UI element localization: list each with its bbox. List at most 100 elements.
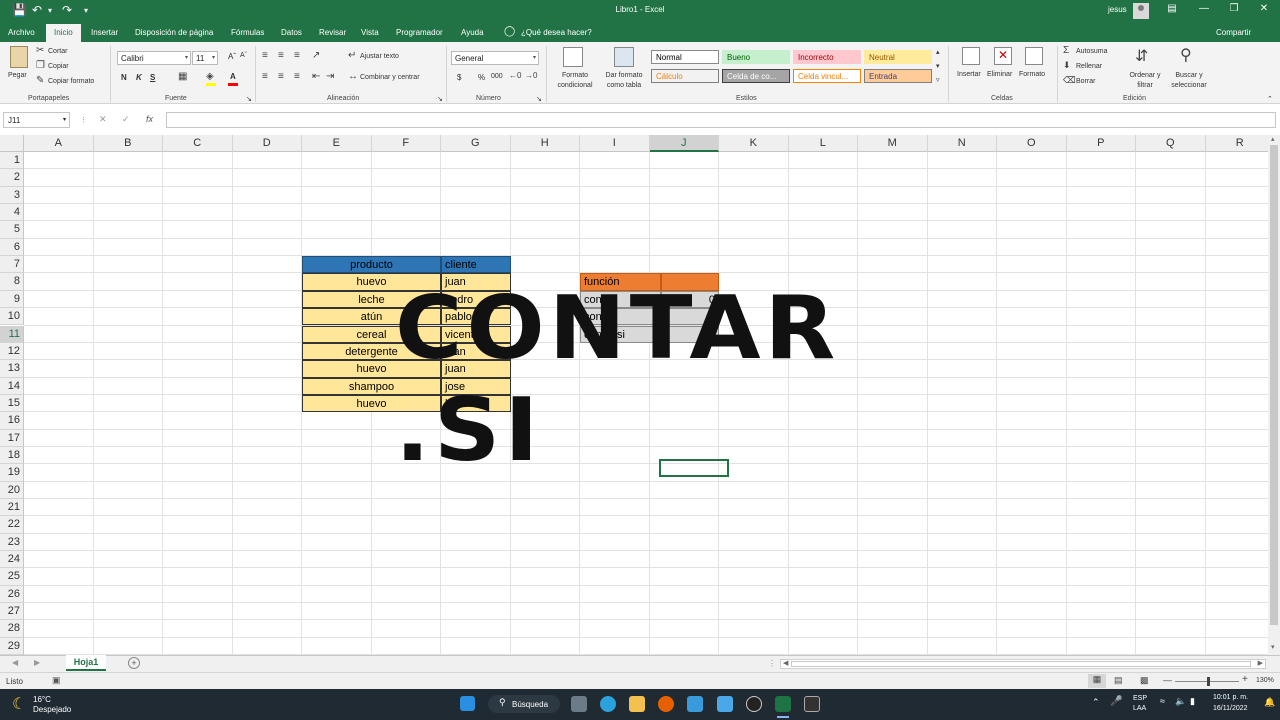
- function-header-cell[interactable]: función: [580, 273, 661, 291]
- row-header-24[interactable]: 24: [0, 551, 24, 569]
- tray-overflow-icon[interactable]: ⌃: [1092, 697, 1100, 708]
- zoom-level[interactable]: 130%: [1256, 677, 1274, 684]
- column-header-c[interactable]: C: [163, 135, 233, 152]
- paste-button[interactable]: Pegar: [8, 72, 27, 79]
- row-header-28[interactable]: 28: [0, 620, 24, 638]
- row-header-5[interactable]: 5: [0, 221, 24, 239]
- format-as-table-icon[interactable]: [614, 47, 634, 67]
- table-cell-producto[interactable]: cereal: [302, 325, 441, 343]
- firefox-icon[interactable]: [658, 696, 674, 712]
- row-header-4[interactable]: 4: [0, 204, 24, 222]
- zoom-in-icon[interactable]: +: [1242, 674, 1248, 685]
- styles-more-icon[interactable]: ▿: [936, 76, 940, 84]
- taskbar-search[interactable]: ⚲ Búsqueda: [488, 695, 560, 713]
- language-code[interactable]: ESP: [1133, 695, 1147, 702]
- styles-scroll-up-icon[interactable]: ▴: [936, 48, 940, 56]
- find-select-button[interactable]: Buscar y seleccionar: [1164, 71, 1214, 91]
- function-label-cell[interactable]: contar.si: [580, 325, 661, 343]
- column-header-i[interactable]: I: [580, 135, 650, 152]
- row-header-18[interactable]: 18: [0, 446, 24, 465]
- add-sheet-icon[interactable]: +: [128, 657, 140, 669]
- row-header-21[interactable]: 21: [0, 499, 24, 517]
- table-cell-producto[interactable]: leche: [302, 290, 441, 309]
- minimize-icon[interactable]: —: [1194, 3, 1214, 14]
- insert-cells-icon[interactable]: [962, 47, 980, 65]
- fill-color-icon[interactable]: ◈: [206, 71, 214, 82]
- row-header-1[interactable]: 1: [0, 152, 24, 170]
- zoom-slider-thumb[interactable]: [1207, 677, 1210, 686]
- row-header-7[interactable]: 7: [0, 256, 24, 274]
- microphone-icon[interactable]: 🎤: [1110, 696, 1122, 707]
- row-header-6[interactable]: 6: [0, 238, 24, 257]
- style-incorrecto[interactable]: Incorrecto: [793, 50, 861, 64]
- row-header-8[interactable]: 8: [0, 273, 24, 291]
- notifications-icon[interactable]: 🔔: [1264, 697, 1275, 708]
- decrease-font-icon[interactable]: Aˇ: [240, 52, 247, 59]
- cancel-icon[interactable]: ✕: [99, 114, 107, 125]
- font-size-select[interactable]: 11 ▾: [192, 51, 218, 65]
- windows-start-icon[interactable]: [460, 696, 475, 711]
- column-header-f[interactable]: F: [371, 135, 441, 152]
- table-cell-cliente[interactable]: pablo: [441, 308, 511, 326]
- tab-ayuda[interactable]: Ayuda: [461, 28, 484, 37]
- paste-icon[interactable]: [10, 46, 28, 68]
- table-cell-producto[interactable]: atún: [302, 308, 441, 326]
- number-format-select[interactable]: General ▾: [451, 51, 539, 65]
- style-celda-control[interactable]: Celda de co...: [722, 69, 790, 83]
- row-header-27[interactable]: 27: [0, 603, 24, 621]
- row-header-9[interactable]: 9: [0, 290, 24, 309]
- horizontal-scroll-thumb[interactable]: [791, 661, 1251, 667]
- function-label-cell[interactable]: contar: [580, 308, 661, 326]
- tab-revisar[interactable]: Revisar: [319, 28, 346, 37]
- row-header-3[interactable]: 3: [0, 186, 24, 205]
- table-cell-cliente[interactable]: luis: [441, 394, 511, 413]
- zoom-out-icon[interactable]: —: [1163, 675, 1172, 685]
- align-middle-icon[interactable]: ≡: [278, 50, 284, 61]
- weather-temp[interactable]: 16°C: [33, 695, 51, 704]
- delete-cells-icon[interactable]: ✕: [994, 47, 1012, 65]
- column-header-d[interactable]: D: [232, 135, 302, 152]
- style-entrada[interactable]: Entrada: [864, 69, 932, 83]
- row-header-11[interactable]: 11: [0, 325, 24, 343]
- cut-icon[interactable]: ✂: [36, 45, 44, 56]
- enter-icon[interactable]: ✓: [122, 114, 130, 125]
- function-label-cell[interactable]: contar: [580, 290, 661, 309]
- borders-icon[interactable]: ▦: [178, 71, 187, 82]
- fill-icon[interactable]: ⬇: [1063, 60, 1071, 71]
- table-cell-producto[interactable]: huevo: [302, 360, 441, 378]
- normal-view-icon[interactable]: ▦: [1088, 674, 1106, 688]
- clear-icon[interactable]: ⌫: [1063, 75, 1076, 86]
- tab-split-icon[interactable]: ⋮: [768, 659, 776, 668]
- row-header-16[interactable]: 16: [0, 412, 24, 430]
- task-view-icon[interactable]: [571, 696, 587, 712]
- table-cell-cliente[interactable]: juan: [441, 360, 511, 378]
- align-right-icon[interactable]: ≡: [294, 71, 300, 82]
- cut-button[interactable]: Cortar: [48, 48, 67, 55]
- font-dialog-launcher-icon[interactable]: ↘: [246, 95, 252, 103]
- column-header-b[interactable]: B: [93, 135, 163, 152]
- weather-desc[interactable]: Despejado: [33, 705, 71, 714]
- column-header-k[interactable]: K: [719, 135, 789, 152]
- wrap-text-button[interactable]: Ajustar texto: [360, 53, 399, 60]
- worksheet-grid[interactable]: ABCDEFGHIJKLMNOPQR 1 2 3 4 5 6 7 8 9 10 11 12 13 14 15…: [0, 135, 1268, 655]
- copy-icon[interactable]: ❐: [36, 60, 45, 71]
- function-value-cell[interactable]: [660, 325, 719, 343]
- decrease-indent-icon[interactable]: ⇤: [312, 71, 320, 82]
- store-icon[interactable]: [687, 696, 703, 712]
- insert-function-icon[interactable]: fx: [146, 114, 153, 124]
- format-cells-icon[interactable]: [1025, 47, 1043, 65]
- font-name-select[interactable]: Calibri ▾: [117, 51, 191, 65]
- tab-disposicion[interactable]: Disposición de página: [135, 28, 213, 37]
- battery-icon[interactable]: ▮: [1190, 696, 1195, 707]
- column-header-l[interactable]: L: [788, 135, 858, 152]
- style-neutral[interactable]: Neutral: [864, 50, 932, 64]
- format-cells-button[interactable]: Formato: [1019, 71, 1045, 78]
- conditional-format-icon[interactable]: [563, 47, 583, 67]
- style-celda-vinculada[interactable]: Celda vincul...: [793, 69, 861, 83]
- alignment-dialog-launcher-icon[interactable]: ↘: [437, 95, 443, 103]
- style-calculo[interactable]: Cálculo: [651, 69, 719, 83]
- share-button[interactable]: Compartir: [1216, 28, 1251, 37]
- table-cell-cliente[interactable]: juan: [441, 342, 511, 361]
- merge-center-icon[interactable]: ↔: [348, 71, 358, 82]
- function-header-cell[interactable]: [660, 273, 719, 291]
